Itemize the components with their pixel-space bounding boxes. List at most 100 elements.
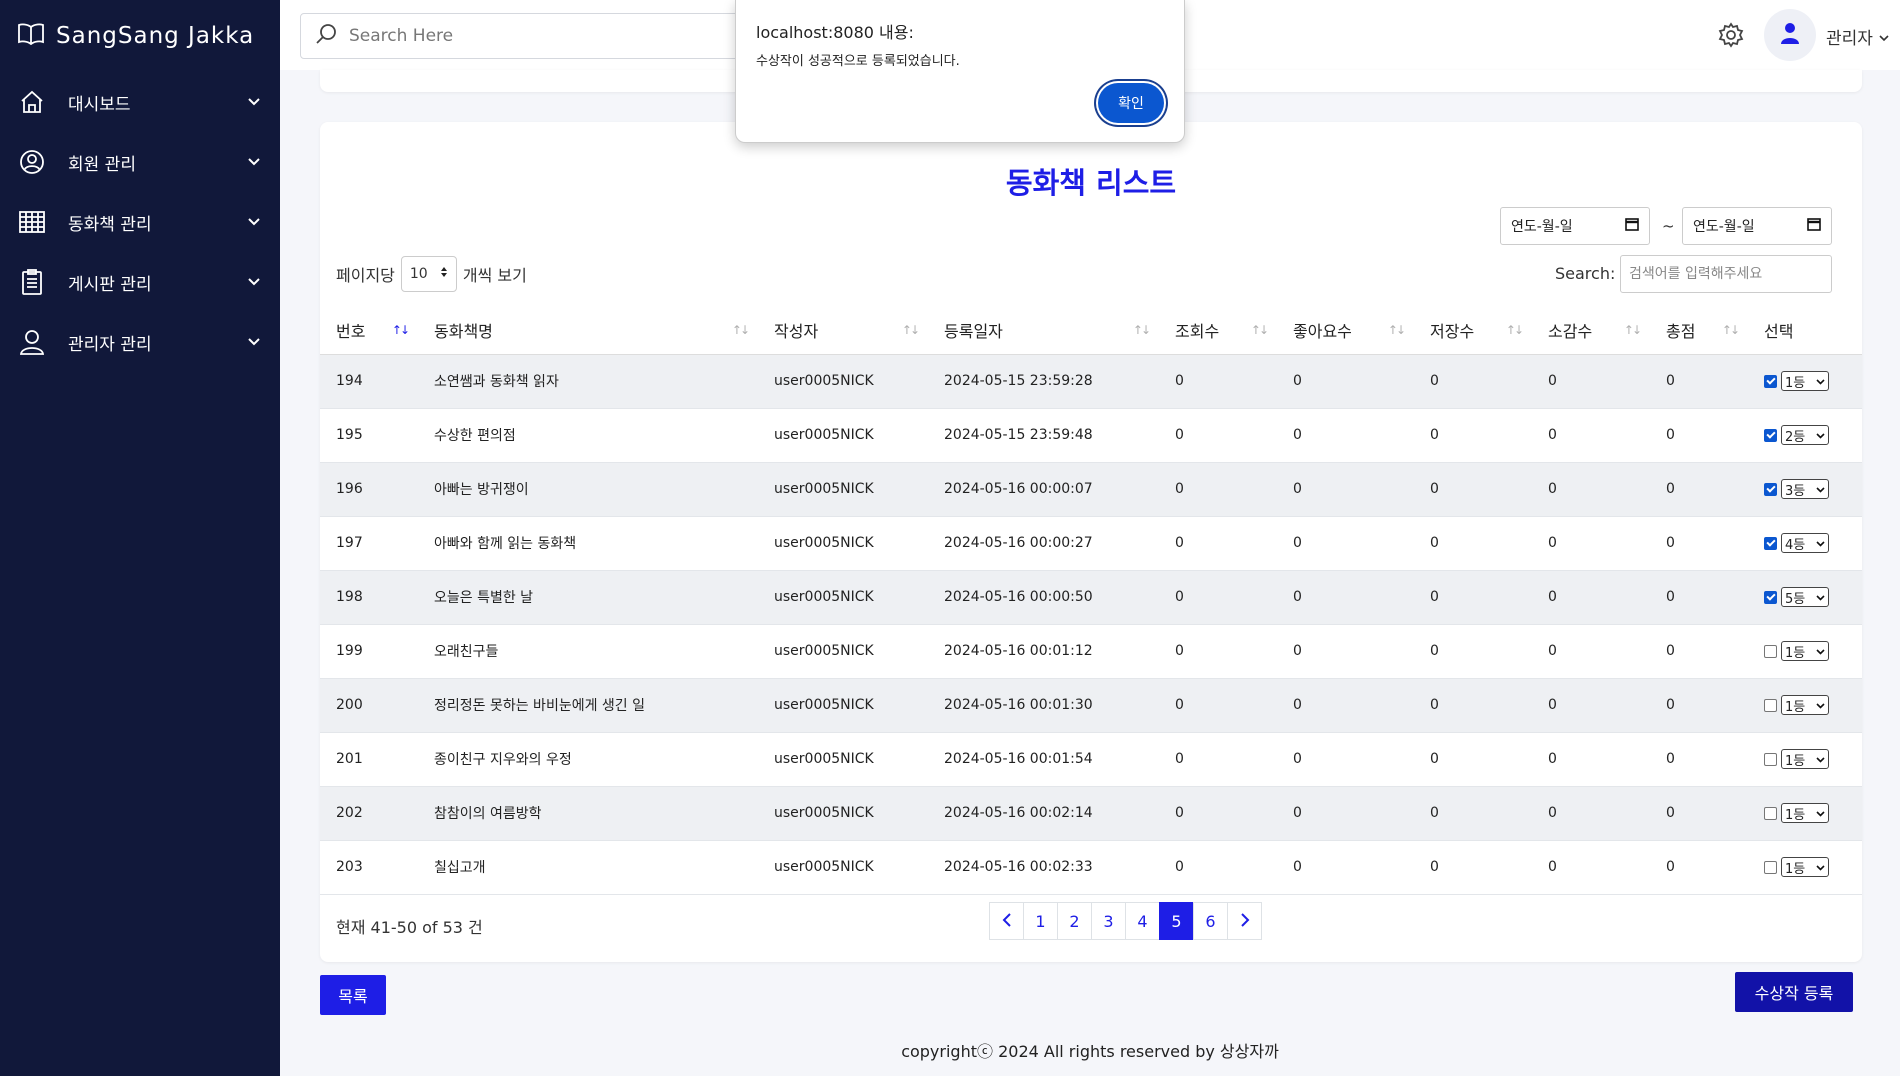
cell-views: 0 — [1159, 408, 1277, 463]
page-button[interactable]: 1 — [1023, 902, 1058, 940]
column-header-reviews[interactable]: 소감수 ↑↓ — [1532, 307, 1650, 355]
cell-date: 2024-05-16 00:00:07 — [928, 462, 1159, 517]
cell-saves: 0 — [1414, 678, 1532, 733]
gear-icon[interactable] — [1718, 22, 1744, 48]
row-checkbox[interactable] — [1764, 698, 1777, 712]
column-header-saves[interactable]: 저장수 ↑↓ — [1414, 307, 1532, 355]
end-date-placeholder: 연도-월-일 — [1693, 219, 1755, 235]
sidebar-item-books[interactable]: 동화책 관리 — [0, 192, 280, 252]
list-button[interactable]: 목록 — [320, 975, 386, 1015]
rank-select-value: 1등 — [1785, 375, 1806, 391]
cell-select: 5등 — [1748, 570, 1862, 625]
cell-date: 2024-05-16 00:02:33 — [928, 840, 1159, 895]
rank-select-value: 1등 — [1785, 807, 1806, 823]
row-checkbox[interactable] — [1764, 752, 1777, 766]
chevron-down-icon — [246, 274, 262, 290]
dialog-title: localhost:8080 내용: — [756, 23, 914, 42]
row-checkbox[interactable] — [1764, 374, 1777, 388]
chevron-down-icon — [1816, 752, 1825, 767]
rank-select[interactable]: 1등 — [1781, 857, 1829, 877]
cell-saves: 0 — [1414, 354, 1532, 409]
sidebar-item-members[interactable]: 회원 관리 — [0, 132, 280, 192]
cell-author: user0005NICK — [758, 786, 928, 841]
per-page-select[interactable]: 10 — [400, 256, 457, 292]
row-checkbox[interactable] — [1764, 590, 1777, 604]
start-date-input[interactable]: 연도-월-일 — [1500, 207, 1650, 245]
row-checkbox[interactable] — [1764, 860, 1777, 874]
cell-likes: 0 — [1277, 786, 1414, 841]
row-checkbox[interactable] — [1764, 806, 1777, 820]
cell-likes: 0 — [1277, 840, 1414, 895]
prev-page-button[interactable] — [989, 902, 1024, 940]
page-button[interactable]: 2 — [1057, 902, 1092, 940]
cell-score: 0 — [1650, 408, 1748, 463]
brand[interactable]: SangSang Jakka — [0, 0, 280, 72]
chevron-down-icon — [1816, 482, 1825, 497]
avatar[interactable] — [1764, 9, 1816, 61]
sort-icon: ↑↓ — [901, 323, 920, 337]
rank-select[interactable]: 1등 — [1781, 695, 1829, 715]
row-checkbox[interactable] — [1764, 482, 1777, 496]
cell-title: 칠십고개 — [418, 840, 758, 895]
sidebar-item-admins[interactable]: 관리자 관리 — [0, 312, 280, 372]
rank-select[interactable]: 3등 — [1781, 479, 1829, 499]
column-header-score[interactable]: 총점 ↑↓ — [1650, 307, 1748, 355]
cell-views: 0 — [1159, 732, 1277, 787]
cell-no: 202 — [320, 786, 418, 841]
rank-select[interactable]: 2등 — [1781, 425, 1829, 445]
column-header-views[interactable]: 조회수 ↑↓ — [1159, 307, 1277, 355]
page-button[interactable]: 6 — [1193, 902, 1228, 940]
cell-select: 3등 — [1748, 462, 1862, 517]
user-icon — [1780, 22, 1800, 48]
page-button[interactable]: 5 — [1159, 902, 1194, 940]
chevron-down-icon — [1816, 536, 1825, 551]
cell-title: 오늘은 특별한 날 — [418, 570, 758, 625]
cell-reviews: 0 — [1532, 624, 1650, 679]
chevron-down-icon — [1816, 698, 1825, 713]
rank-select[interactable]: 1등 — [1781, 803, 1829, 823]
rank-select[interactable]: 1등 — [1781, 749, 1829, 769]
sidebar-item-label: 동화책 관리 — [68, 214, 152, 235]
footer-copyright: copyrightⓒ 2024 All rights reserved by 상… — [901, 1042, 1279, 1061]
row-checkbox[interactable] — [1764, 428, 1777, 442]
column-header-no[interactable]: 번호 ↑↓ — [320, 307, 418, 355]
cell-views: 0 — [1159, 624, 1277, 679]
column-header-date[interactable]: 등록일자 ↑↓ — [928, 307, 1159, 355]
brand-name: SangSang Jakka — [56, 23, 255, 49]
table-search-input[interactable] — [1629, 266, 1823, 282]
rank-select[interactable]: 5등 — [1781, 587, 1829, 607]
global-search-input[interactable] — [349, 26, 729, 46]
book-icon — [18, 23, 44, 49]
row-checkbox[interactable] — [1764, 644, 1777, 658]
row-checkbox[interactable] — [1764, 536, 1777, 550]
cell-title: 소연쌤과 동화책 읽자 — [418, 354, 758, 409]
cell-views: 0 — [1159, 678, 1277, 733]
sidebar-item-board[interactable]: 게시판 관리 — [0, 252, 280, 312]
sidebar-item-dashboard[interactable]: 대시보드 — [0, 72, 280, 132]
admin-menu[interactable]: 관리자 — [1826, 24, 1889, 49]
sort-icon: ↑↓ — [1132, 323, 1151, 337]
page-button[interactable]: 4 — [1125, 902, 1160, 940]
column-header-select: 선택 — [1748, 307, 1862, 355]
next-page-button[interactable] — [1227, 902, 1262, 940]
end-date-input[interactable]: 연도-월-일 — [1682, 207, 1832, 245]
date-range-separator: ~ — [1662, 217, 1675, 235]
search-icon — [315, 23, 337, 49]
column-header-author[interactable]: 작성자 ↑↓ — [758, 307, 928, 355]
dialog-confirm-button[interactable]: 확인 — [1098, 83, 1164, 123]
column-header-title[interactable]: 동화책명 ↑↓ — [418, 307, 758, 355]
book-table: 번호 ↑↓ 동화책명 ↑↓ 작성자 ↑↓ 등록일자 ↑↓ 조회수 ↑↓ 좋아요수 ↑↓ 저장… — [320, 307, 1862, 895]
page-button[interactable]: 3 — [1091, 902, 1126, 940]
cell-score: 0 — [1650, 840, 1748, 895]
rank-select-value: 1등 — [1785, 861, 1806, 877]
column-header-likes[interactable]: 좋아요수 ↑↓ — [1277, 307, 1414, 355]
page-list: 123456 — [1023, 902, 1228, 940]
rank-select[interactable]: 1등 — [1781, 641, 1829, 661]
rank-select[interactable]: 4등 — [1781, 533, 1829, 553]
cell-date: 2024-05-16 00:01:30 — [928, 678, 1159, 733]
cell-no: 201 — [320, 732, 418, 787]
cell-likes: 0 — [1277, 570, 1414, 625]
register-winner-button[interactable]: 수상작 등록 — [1735, 972, 1853, 1012]
rank-select[interactable]: 1등 — [1781, 371, 1829, 391]
select-controls: 4등 — [1764, 533, 1862, 553]
